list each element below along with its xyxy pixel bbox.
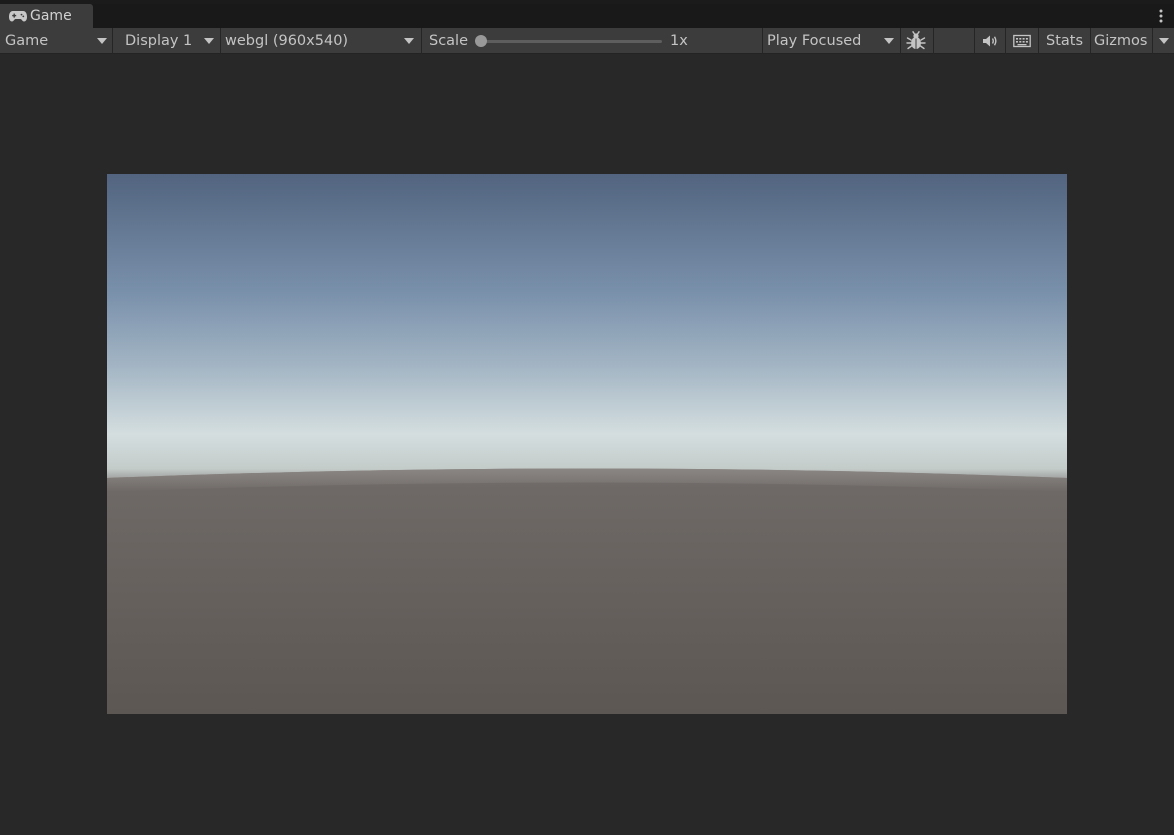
chevron-down-icon [97,38,107,44]
divider [933,28,934,54]
resolution-label: webgl (960x540) [225,33,349,49]
gamepad-icon [9,11,27,22]
view-mode-dropdown[interactable]: Game [5,28,111,54]
shortcuts-toggle[interactable] [1010,28,1034,54]
ground-plane [107,468,1067,714]
skybox-render [107,174,1067,714]
play-mode-dropdown[interactable]: Play Focused [767,28,892,54]
sky-gradient [107,174,1067,484]
scale-value: 1x [670,28,688,54]
stats-button[interactable]: Stats [1046,28,1083,54]
chevron-down-icon [204,38,214,44]
display-dropdown[interactable]: Display 1 [125,28,215,54]
display-label: Display 1 [125,33,193,49]
keyboard-icon [1013,34,1031,48]
divider [421,28,422,54]
divider [112,28,113,54]
divider [1090,28,1091,54]
scale-label: Scale [429,28,468,54]
chevron-down-icon [404,38,414,44]
game-window: Game Game Display 1 webgl (960x540) Scal… [0,0,1174,835]
gizmos-dropdown-chevron-icon[interactable] [1159,38,1169,44]
divider [1005,28,1006,54]
speaker-icon [983,35,997,47]
divider [974,28,975,54]
mute-audio-toggle[interactable] [978,28,1002,54]
chevron-down-icon [884,38,894,44]
scale-value-text: 1x [670,33,688,49]
tab-bar: Game [0,4,1174,28]
tab-title: Game [30,8,72,24]
gizmos-label: Gizmos [1094,33,1148,49]
game-toolbar: Game Display 1 webgl (960x540) Scale 1x … [0,28,1174,54]
divider [1152,28,1153,54]
scale-label-text: Scale [429,33,469,49]
tab-game[interactable]: Game [0,4,93,28]
stats-label: Stats [1046,33,1084,49]
divider [762,28,763,54]
game-viewport[interactable] [107,174,1067,714]
divider [220,28,221,54]
scale-slider-track[interactable] [481,40,662,43]
more-options-icon[interactable] [1158,8,1164,24]
divider [900,28,901,54]
bug-icon [906,31,926,50]
play-mode-label: Play Focused [767,33,862,49]
gizmos-button[interactable]: Gizmos [1094,28,1147,54]
debug-toggle[interactable] [904,28,928,54]
resolution-dropdown[interactable]: webgl (960x540) [225,28,415,54]
scale-slider-thumb[interactable] [475,35,487,47]
divider [1038,28,1039,54]
view-mode-label: Game [5,33,49,49]
